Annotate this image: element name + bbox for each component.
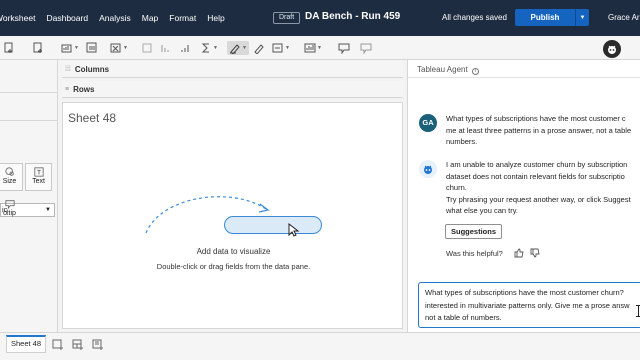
agent-message: I am unable to analyze customer churn by… [446,159,640,217]
drop-field-placeholder [224,216,322,234]
duplicate-sheet-icon[interactable] [3,41,15,55]
tooltip-card-label: oltip [3,210,16,217]
columns-shelf[interactable]: ⁞⁞⁞ Columns [62,61,403,78]
user-menu[interactable]: Grace Ar [608,13,640,22]
agent-message-line: churn. [446,183,467,192]
new-dashboard-icon[interactable] [72,339,84,351]
group-icon[interactable] [141,41,153,55]
totals-icon[interactable]: ▼ [200,41,218,55]
presentation-icon[interactable] [360,41,372,55]
agent-message-line: dataset does not contain relevant fields… [446,171,625,181]
fit-icon[interactable]: ▼ [272,41,290,55]
highlight-icon[interactable]: ▼ [227,41,249,55]
tooltip-card[interactable]: oltip [0,196,23,224]
draft-badge: Draft [273,12,301,24]
grip-icon: ≡ [65,85,70,93]
annotate-icon[interactable] [253,41,265,55]
tooltip-card-icon [4,200,15,209]
user-message-line: me at least three patterns in a prose an… [446,125,632,135]
helpful-prompt: Was this helpful? [446,249,503,258]
text-icon [33,167,44,177]
text-card-label: Text [32,178,45,185]
pane-divider [0,92,58,93]
data-pane: ic ▼ Size Text oltip [0,60,58,332]
columns-label: Columns [74,64,110,74]
workbook-title[interactable]: DA Bench - Run 459 [305,11,400,22]
menu-map[interactable]: Map [142,13,159,23]
new-sheet-menu-icon[interactable]: ▼ [61,41,79,55]
agent-icon[interactable] [603,40,621,58]
view-canvas[interactable]: Sheet 48 Add data to visualize Double-cl… [62,102,403,329]
info-icon[interactable]: i [471,68,479,75]
publish-button[interactable]: Publish ▼ [515,9,589,26]
agent-header: Tableau Agent i [408,60,640,78]
rows-label: Rows [73,84,95,94]
clear-sheet-icon[interactable]: ▼ [110,41,128,55]
add-data-title: Add data to visualize [196,247,271,256]
suggestions-button[interactable]: Suggestions [445,224,502,239]
size-card-label: Size [2,178,17,185]
menu-help[interactable]: Help [207,13,224,23]
sort-ascending-icon[interactable] [160,41,172,55]
menu-analysis[interactable]: Analysis [99,13,131,23]
user-message-line: numbers. [446,137,478,146]
thumbs-up-icon[interactable] [514,248,524,258]
agent-panel: Tableau Agent i GA What types of subscri… [407,60,640,332]
add-data-subtitle: Double-click or drag fields from the dat… [156,262,311,271]
user-message: What types of subscriptions have the mos… [446,113,640,148]
agent-message-line: I am unable to analyze customer churn by… [446,160,628,169]
sheet-tab[interactable]: Sheet 48 [6,335,46,353]
toolbar: ▼ ▼ ▼ ▼ ▼ ▼ [0,36,640,60]
agent-message-line: what else you can try. [446,206,518,215]
agent-title: Tableau Agent [417,65,468,74]
show-me-icon[interactable]: ▼ [304,41,322,55]
sort-descending-icon[interactable] [180,41,192,55]
main-menu: Worksheet Dashboard Analysis Map Format … [0,13,236,23]
cursor-icon [288,223,300,237]
rows-shelf[interactable]: ≡ Rows [62,81,403,98]
pane-divider [0,120,58,121]
menu-worksheet[interactable]: Worksheet [0,13,35,23]
sheet-tab-bar: Sheet 48 [0,332,640,360]
tooltip-icon[interactable] [338,41,350,55]
size-card[interactable]: Size [0,163,23,191]
menu-format[interactable]: Format [169,13,196,23]
add-datasource-icon[interactable] [32,41,44,55]
agent-message-line: Try phrasing your request another way, o… [446,194,631,204]
agent-prompt-input[interactable]: What types of subscriptions have the mos… [418,282,640,328]
user-avatar: GA [419,114,437,132]
save-status: All changes saved [442,13,507,22]
new-story-icon[interactable] [92,339,104,351]
chevron-down-icon: ▼ [45,207,51,213]
thumbs-down-icon[interactable] [530,248,540,258]
publish-label[interactable]: Publish [515,13,575,22]
new-worksheet-icon[interactable] [52,339,64,351]
size-icon [4,167,14,176]
grip-icon: ⁞⁞⁞ [65,65,71,73]
swap-icon[interactable] [86,41,98,55]
text-card[interactable]: Text [25,163,52,191]
prompt-line: What types of subscriptions have the mos… [425,288,624,297]
prompt-line: interested in multivariate patterns only… [425,300,630,310]
user-message-line: What types of subscriptions have the mos… [446,114,626,123]
agent-avatar-icon [419,160,437,178]
text-cursor-icon [636,305,640,317]
publish-dropdown-icon[interactable]: ▼ [575,9,589,26]
menu-bar: Worksheet Dashboard Analysis Map Format … [0,0,640,36]
menu-dashboard[interactable]: Dashboard [46,13,88,23]
prompt-line: not a table of numbers. [425,313,502,322]
sheet-title[interactable]: Sheet 48 [68,111,116,125]
